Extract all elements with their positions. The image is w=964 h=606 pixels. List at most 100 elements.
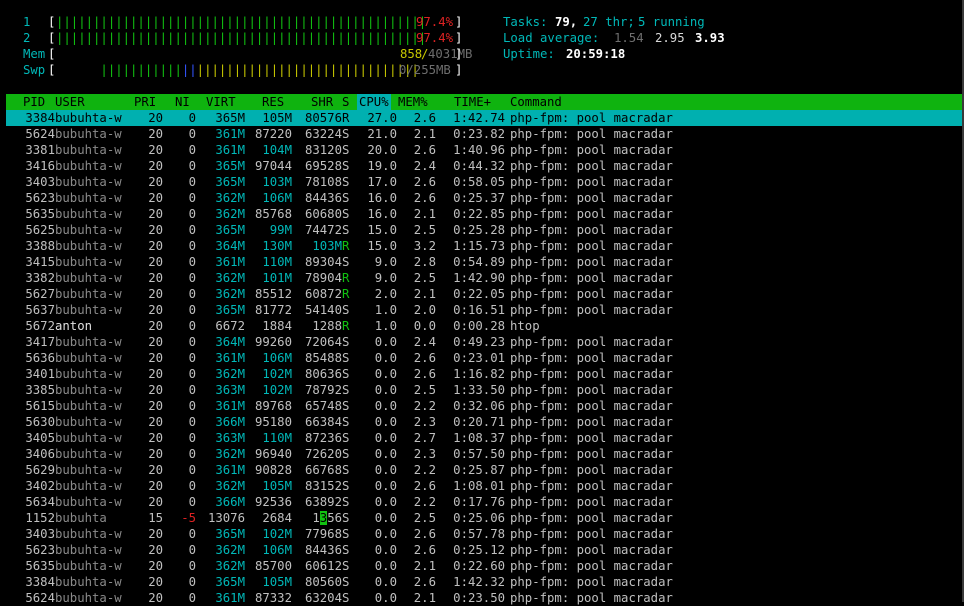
- cell-user: bubuhta-w: [55, 335, 122, 349]
- process-row[interactable]: 3388 bubuhta-w 20 0 364M 130M 103M R 15.0 3.2 1:15…: [6, 238, 964, 254]
- process-row[interactable]: 5635 bubuhta-w 20 0 362M 85700 60612 S 0.0 2.1 0:2…: [6, 558, 964, 574]
- threads-count: 27 thr;: [583, 15, 635, 29]
- cell-s: R: [342, 111, 350, 125]
- cell-time: 0:25.12: [453, 543, 505, 557]
- col-res[interactable]: RES: [262, 94, 284, 110]
- col-command[interactable]: Command: [510, 94, 562, 110]
- col-ni[interactable]: NI: [175, 94, 190, 110]
- cell-pid: 5623: [25, 543, 55, 557]
- cell-virt: 366M: [215, 415, 245, 429]
- col-state[interactable]: S: [342, 94, 349, 110]
- process-row[interactable]: 3403 bubuhta-w 20 0 365M 103M 78108 S 17.0 2.6 0:5…: [6, 174, 964, 190]
- process-row[interactable]: 5672 anton 20 0 6672 1884 1288 R 1.0 0.0 0:00.28 ht…: [6, 318, 964, 334]
- cpu2-label: 2: [23, 31, 31, 45]
- cell-mem: 2.1: [413, 591, 436, 605]
- cell-ni: 0: [188, 479, 196, 493]
- cell-s: S: [342, 223, 350, 237]
- process-row[interactable]: 1152 bubuhta 15 -5 13076 2684 1356 S 0.0 2.5 0:25.…: [6, 510, 964, 526]
- process-row[interactable]: 3405 bubuhta-w 20 0 363M 110M 87236 S 0.0 2.7 1:08…: [6, 430, 964, 446]
- cell-mem: 2.6: [413, 191, 436, 205]
- cell-shr: 83152: [304, 479, 342, 493]
- cell-mem: 2.5: [413, 511, 436, 525]
- col-shr[interactable]: SHR: [311, 94, 333, 110]
- process-row[interactable]: 5637 bubuhta-w 20 0 365M 81772 54140 S 1.0 2.0 0:1…: [6, 302, 964, 318]
- process-row[interactable]: 5623 bubuhta-w 20 0 362M 106M 84436 S 0.0 2.6 0:25…: [6, 542, 964, 558]
- process-row[interactable]: 3415 bubuhta-w 20 0 361M 110M 89304 S 9.0 2.8 0:54…: [6, 254, 964, 270]
- cell-cmd: php-fpm: pool macradar: [510, 399, 673, 413]
- process-row[interactable]: 5624 bubuhta-w 20 0 361M 87220 63224 S 21.0 2.1 0:…: [6, 126, 964, 142]
- process-row[interactable]: 5624 bubuhta-w 20 0 361M 87332 63204 S 0.0 2.1 0:2…: [6, 590, 964, 606]
- cell-cmd: php-fpm: pool macradar: [510, 351, 673, 365]
- cell-virt: 361M: [215, 463, 245, 477]
- cell-pid: 5624: [25, 127, 55, 141]
- cell-pri: 20: [148, 383, 163, 397]
- cell-user: bubuhta-w: [55, 351, 122, 365]
- col-virt[interactable]: VIRT: [206, 94, 236, 110]
- swap-value: 0/255MB: [399, 63, 451, 77]
- cell-ni: 0: [188, 575, 196, 589]
- cell-user: bubuhta-w: [55, 207, 122, 221]
- cell-cpu: 0.0: [374, 447, 397, 461]
- cell-pri: 15: [148, 511, 163, 525]
- process-row[interactable]: 5636 bubuhta-w 20 0 361M 106M 85488 S 0.0 2.6 0:23…: [6, 350, 964, 366]
- cell-cmd: php-fpm: pool macradar: [510, 575, 673, 589]
- cell-cmd: php-fpm: pool macradar: [510, 367, 673, 381]
- cell-pri: 20: [148, 479, 163, 493]
- cell-time: 0:22.60: [453, 559, 505, 573]
- process-row[interactable]: 5623 bubuhta-w 20 0 362M 106M 84436 S 16.0 2.6 0:2…: [6, 190, 964, 206]
- load-15: 3.93: [695, 31, 725, 45]
- process-row[interactable]: 3385 bubuhta-w 20 0 363M 102M 78792 S 0.0 2.5 1:33…: [6, 382, 964, 398]
- cell-time: 0:23.82: [453, 127, 505, 141]
- cell-res: 96940: [254, 447, 292, 461]
- cell-res: 105M: [262, 575, 292, 589]
- cell-s: S: [342, 175, 350, 189]
- process-row[interactable]: 5634 bubuhta-w 20 0 366M 92536 63892 S 0.0 2.2 0:1…: [6, 494, 964, 510]
- col-mem[interactable]: MEM%: [398, 94, 428, 110]
- cell-mem: 2.6: [413, 351, 436, 365]
- process-row[interactable]: 3403 bubuhta-w 20 0 365M 102M 77968 S 0.0 2.6 0:57…: [6, 526, 964, 542]
- cell-shr: 63204: [304, 591, 342, 605]
- process-row[interactable]: 5625 bubuhta-w 20 0 365M 99M 74472 S 15.0 2.5 0:25…: [6, 222, 964, 238]
- col-time[interactable]: TIME+: [454, 94, 491, 110]
- process-row[interactable]: 3381 bubuhta-w 20 0 361M 104M 83120 S 20.0 2.6 1:4…: [6, 142, 964, 158]
- process-row[interactable]: 3384 bubuhta-w 20 0 365M 105M 80576 R 27.0 2.6 1:4…: [6, 110, 964, 126]
- process-row[interactable]: 3402 bubuhta-w 20 0 362M 105M 83152 S 0.0 2.6 1:08…: [6, 478, 964, 494]
- process-row[interactable]: 3401 bubuhta-w 20 0 362M 102M 80636 S 0.0 2.6 1:16…: [6, 366, 964, 382]
- process-row[interactable]: 5615 bubuhta-w 20 0 361M 89768 65748 S 0.0 2.2 0:3…: [6, 398, 964, 414]
- tasks-label: Tasks:: [503, 15, 548, 29]
- cell-shr: 1356: [312, 511, 342, 525]
- cell-pri: 20: [148, 415, 163, 429]
- process-row[interactable]: 5635 bubuhta-w 20 0 362M 85768 60680 S 16.0 2.1 0:…: [6, 206, 964, 222]
- process-row[interactable]: 3417 bubuhta-w 20 0 364M 99260 72064 S 0.0 2.4 0:4…: [6, 334, 964, 350]
- process-row[interactable]: 5630 bubuhta-w 20 0 366M 95180 66384 S 0.0 2.3 0:2…: [6, 414, 964, 430]
- process-row[interactable]: 3384 bubuhta-w 20 0 365M 105M 80560 S 0.0 2.6 1:42…: [6, 574, 964, 590]
- cell-user: bubuhta-w: [55, 559, 122, 573]
- col-pid[interactable]: PID: [23, 94, 45, 110]
- process-row[interactable]: 3382 bubuhta-w 20 0 362M 101M 78904 R 9.0 2.5 1:42…: [6, 270, 964, 286]
- cell-s: S: [342, 367, 350, 381]
- process-row[interactable]: 3406 bubuhta-w 20 0 362M 96940 72620 S 0.0 2.3 0:5…: [6, 446, 964, 462]
- process-row[interactable]: 3416 bubuhta-w 20 0 365M 97044 69528 S 19.0 2.4 0:…: [6, 158, 964, 174]
- cell-user: bubuhta-w: [55, 527, 122, 541]
- cell-ni: 0: [188, 255, 196, 269]
- cell-s: S: [342, 527, 350, 541]
- cell-pri: 20: [148, 127, 163, 141]
- cell-ni: 0: [188, 527, 196, 541]
- cell-user: bubuhta-w: [55, 575, 122, 589]
- col-user[interactable]: USER: [55, 94, 85, 110]
- cell-user: bubuhta-w: [55, 495, 122, 509]
- cell-cpu: 0.0: [374, 351, 397, 365]
- cell-cpu: 1.0: [374, 303, 397, 317]
- cell-shr: 74472: [304, 223, 342, 237]
- process-row[interactable]: 5629 bubuhta-w 20 0 361M 90828 66768 S 0.0 2.2 0:2…: [6, 462, 964, 478]
- cell-pri: 20: [148, 239, 163, 253]
- col-pri[interactable]: PRI: [134, 94, 156, 110]
- cell-ni: 0: [188, 207, 196, 221]
- cell-cmd: php-fpm: pool macradar: [510, 591, 673, 605]
- process-row[interactable]: 5627 bubuhta-w 20 0 362M 85512 60872 R 2.0 2.1 0:2…: [6, 286, 964, 302]
- cell-ni: 0: [188, 303, 196, 317]
- cell-shr: 63224: [304, 127, 342, 141]
- cell-virt: 365M: [215, 159, 245, 173]
- col-cpu-sorted[interactable]: CPU%: [357, 94, 391, 110]
- cell-time: 1:16.82: [453, 367, 505, 381]
